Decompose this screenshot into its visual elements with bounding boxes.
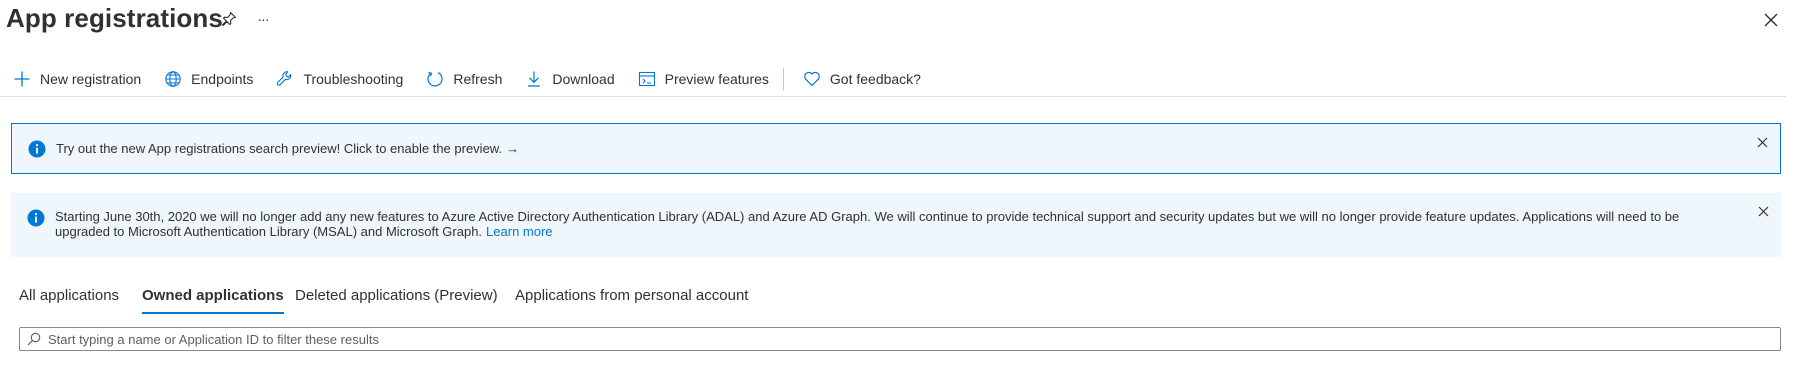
endpoints-button[interactable]: Endpoints <box>151 63 263 95</box>
info-icon <box>28 140 46 157</box>
endpoints-label: Endpoints <box>191 71 254 87</box>
download-button[interactable]: Download <box>512 63 624 95</box>
refresh-label: Refresh <box>453 71 503 87</box>
tab-all-applications[interactable]: All applications <box>19 280 119 314</box>
page-title: App registrations <box>6 3 223 33</box>
app-registrations-page: App registrations ··· New registration E… <box>0 0 1794 365</box>
learn-more-link[interactable]: Learn more <box>486 224 552 239</box>
search-icon <box>26 331 42 347</box>
search-preview-message: Try out the new App registrations search… <box>56 141 503 156</box>
search-preview-banner[interactable]: Try out the new App registrations search… <box>11 123 1781 174</box>
tab-owned-applications[interactable]: Owned applications <box>142 280 284 314</box>
arrow-right-icon: → <box>506 141 520 156</box>
new-registration-button[interactable]: New registration <box>0 63 151 95</box>
adal-message: Starting June 30th, 2020 we will no long… <box>55 209 1680 239</box>
got-feedback-label: Got feedback? <box>829 71 921 87</box>
tab-deleted-applications[interactable]: Deleted applications (Preview) <box>295 280 498 314</box>
troubleshooting-button[interactable]: Troubleshooting <box>263 63 413 95</box>
got-feedback-button[interactable]: Got feedback? <box>790 63 931 95</box>
download-icon <box>524 69 544 89</box>
page-header: App registrations ··· <box>0 0 1794 40</box>
close-icon <box>1758 206 1768 216</box>
close-icon <box>1757 137 1767 147</box>
pin-icon[interactable] <box>218 8 240 30</box>
search-input[interactable] <box>48 329 1780 349</box>
troubleshooting-label: Troubleshooting <box>303 71 404 87</box>
refresh-icon <box>425 69 445 89</box>
plus-icon <box>12 69 32 89</box>
more-icon[interactable]: ··· <box>252 8 274 30</box>
close-icon[interactable] <box>1760 9 1782 31</box>
tab-personal-account-applications[interactable]: Applications from personal account <box>515 280 748 314</box>
preview-features-icon <box>637 69 657 89</box>
globe-icon <box>163 69 183 89</box>
more-icon-glyph: ··· <box>257 11 270 27</box>
refresh-button[interactable]: Refresh <box>413 63 512 95</box>
filter-search-box[interactable] <box>19 327 1781 351</box>
adal-deprecation-banner: Starting June 30th, 2020 we will no long… <box>11 193 1781 257</box>
search-preview-banner-text: Try out the new App registrations search… <box>56 141 599 156</box>
heart-icon <box>802 69 822 89</box>
new-registration-label: New registration <box>40 71 142 87</box>
preview-features-button[interactable]: Preview features <box>625 63 779 95</box>
preview-features-label: Preview features <box>664 71 769 87</box>
dismiss-preview-banner-button[interactable] <box>1754 134 1770 150</box>
wrench-icon <box>275 69 295 89</box>
toolbar-divider <box>782 68 784 90</box>
dismiss-adal-banner-button[interactable] <box>1755 203 1771 219</box>
download-label: Download <box>552 71 615 87</box>
adal-banner-text: Starting June 30th, 2020 we will no long… <box>55 209 1781 239</box>
info-icon <box>27 209 45 227</box>
command-bar: New registration Endpoints Troubleshooti… <box>0 62 1786 97</box>
